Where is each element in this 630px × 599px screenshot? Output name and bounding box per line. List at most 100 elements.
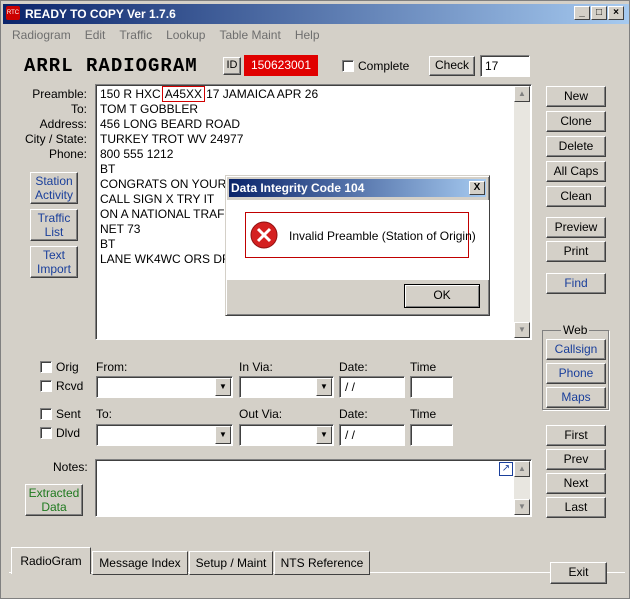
last-button[interactable]: Last <box>546 497 606 518</box>
callsign-button[interactable]: Callsign <box>546 339 606 360</box>
message-line: CONGRATS ON YOUR <box>100 177 227 191</box>
from-time-input[interactable] <box>410 376 453 398</box>
message-line: BT <box>100 162 116 176</box>
traffic-list-button[interactable]: Traffic List <box>30 209 78 241</box>
find-button[interactable]: Find <box>546 273 606 294</box>
sent-checkbox[interactable] <box>40 408 52 420</box>
close-button[interactable]: × <box>608 6 624 20</box>
delete-button[interactable]: Delete <box>546 136 606 157</box>
maps-button[interactable]: Maps <box>546 387 606 408</box>
ok-button[interactable]: OK <box>404 284 480 308</box>
app-logo-icon: RTC <box>6 6 20 20</box>
tab-nts-reference[interactable]: NTS Reference <box>274 551 370 575</box>
message-line: BT <box>100 237 116 251</box>
menu-help[interactable]: Help <box>286 26 325 42</box>
menu-table-maint[interactable]: Table Maint <box>210 26 285 42</box>
minimize-button[interactable]: _ <box>574 6 590 20</box>
chevron-down-icon[interactable]: ▼ <box>215 426 231 444</box>
message-line: NET 73 <box>100 222 141 236</box>
dialog-message: Invalid Preamble (Station of Origin) <box>289 229 476 243</box>
preview-button[interactable]: Preview <box>546 217 606 238</box>
page-title: ARRL RADIOGRAM <box>24 55 198 77</box>
date-label: Date: <box>339 360 368 374</box>
to-date-input[interactable]: / / <box>339 424 405 446</box>
message-line: CALL SIGN X TRY IT <box>100 192 215 206</box>
main-window: READY TO COPY Ver 1.7.6 RTC _ □ × Radiog… <box>0 0 630 599</box>
extracted-data-button[interactable]: Extracted Data <box>25 484 83 516</box>
id-value: 150623001 <box>244 55 318 76</box>
new-button[interactable]: New <box>546 86 606 107</box>
window-title: READY TO COPY Ver 1.7.6 <box>25 7 176 21</box>
message-line: LANE WK4WC ORS DF <box>100 252 230 266</box>
phone-label: Phone: <box>48 147 87 161</box>
time-label: Time <box>410 407 437 421</box>
menu-radiogram[interactable]: Radiogram <box>3 26 76 42</box>
tab-message-index[interactable]: Message Index <box>92 551 188 575</box>
scroll-up-icon[interactable]: ▲ <box>514 461 530 477</box>
preamble-label: Preamble: <box>32 87 87 101</box>
date-label: Date: <box>339 407 368 421</box>
text-import-button[interactable]: Text Import <box>30 246 78 278</box>
prev-button[interactable]: Prev <box>546 449 606 470</box>
notes-label: Notes: <box>53 460 88 474</box>
chevron-down-icon[interactable]: ▼ <box>316 426 332 444</box>
orig-checkbox[interactable] <box>40 361 52 373</box>
dlvd-checkbox[interactable] <box>40 427 52 439</box>
scroll-up-icon[interactable]: ▲ <box>514 86 530 102</box>
maximize-button[interactable]: □ <box>591 6 607 20</box>
station-of-origin-highlight: A45XX <box>161 86 206 102</box>
exit-button[interactable]: Exit <box>550 562 607 584</box>
dialog-title: Data Integrity Code 104 <box>229 179 486 197</box>
complete-label: Complete <box>358 59 410 73</box>
address-label: Address: <box>39 117 87 131</box>
clone-button[interactable]: Clone <box>546 111 606 132</box>
scroll-down-icon[interactable]: ▼ <box>514 322 530 338</box>
error-dialog: Data Integrity Code 104 X Invalid Preamb… <box>225 175 490 316</box>
scroll-down-icon[interactable]: ▼ <box>514 499 530 515</box>
message-line: ON A NATIONAL TRAFI <box>100 207 228 221</box>
menu-lookup[interactable]: Lookup <box>157 26 210 42</box>
preamble-line: 150 R HXC A45XX 17 JAMAICA APR 26 <box>100 86 319 102</box>
tab-setup-maint[interactable]: Setup / Maint <box>189 551 273 575</box>
complete-checkbox[interactable] <box>342 60 354 72</box>
notes-textarea[interactable] <box>95 459 532 517</box>
all-caps-button[interactable]: All Caps <box>546 161 606 182</box>
dlvd-label: Dlvd <box>56 426 81 440</box>
title-bar: READY TO COPY Ver 1.7.6 <box>3 4 629 24</box>
from-date-input[interactable]: / / <box>339 376 405 398</box>
menu-traffic[interactable]: Traffic <box>110 26 157 42</box>
expand-icon[interactable]: ↗ <box>499 462 513 476</box>
city-state-label: City / State: <box>24 132 87 146</box>
tab-radiogram[interactable]: RadioGram <box>11 547 91 574</box>
rcvd-label: Rcvd <box>56 379 84 393</box>
menu-bar: Radiogram Edit Traffic Lookup Table Maint Hel… <box>3 26 629 44</box>
orig-label: Orig <box>56 360 79 374</box>
from-select[interactable] <box>96 376 233 398</box>
first-button[interactable]: First <box>546 425 606 446</box>
message-line: 456 LONG BEARD ROAD <box>100 117 241 131</box>
rcvd-checkbox[interactable] <box>40 380 52 392</box>
next-button[interactable]: Next <box>546 473 606 494</box>
clean-button[interactable]: Clean <box>546 186 606 207</box>
print-button[interactable]: Print <box>546 241 606 262</box>
to-time-input[interactable] <box>410 424 453 446</box>
dialog-close-button[interactable]: X <box>469 181 485 195</box>
message-scrollbar[interactable] <box>514 86 530 338</box>
chevron-down-icon[interactable]: ▼ <box>215 378 231 396</box>
to-label: To: <box>70 102 87 116</box>
to-route-label: To: <box>96 407 113 421</box>
message-line: TURKEY TROT WV 24977 <box>100 132 244 146</box>
phone-button[interactable]: Phone <box>546 363 606 384</box>
to-select[interactable] <box>96 424 233 446</box>
message-line: TOM T GOBBLER <box>100 102 199 116</box>
chevron-down-icon[interactable]: ▼ <box>316 378 332 396</box>
out-via-label: Out Via: <box>239 407 283 421</box>
error-icon <box>250 221 278 249</box>
id-button[interactable]: ID <box>223 57 241 75</box>
from-label: From: <box>96 360 128 374</box>
web-group-label: Web <box>561 323 590 337</box>
check-button[interactable]: Check <box>429 56 475 76</box>
check-count-input[interactable]: 17 <box>480 55 530 77</box>
menu-edit[interactable]: Edit <box>76 26 111 42</box>
station-activity-button[interactable]: Station Activity <box>30 172 78 204</box>
